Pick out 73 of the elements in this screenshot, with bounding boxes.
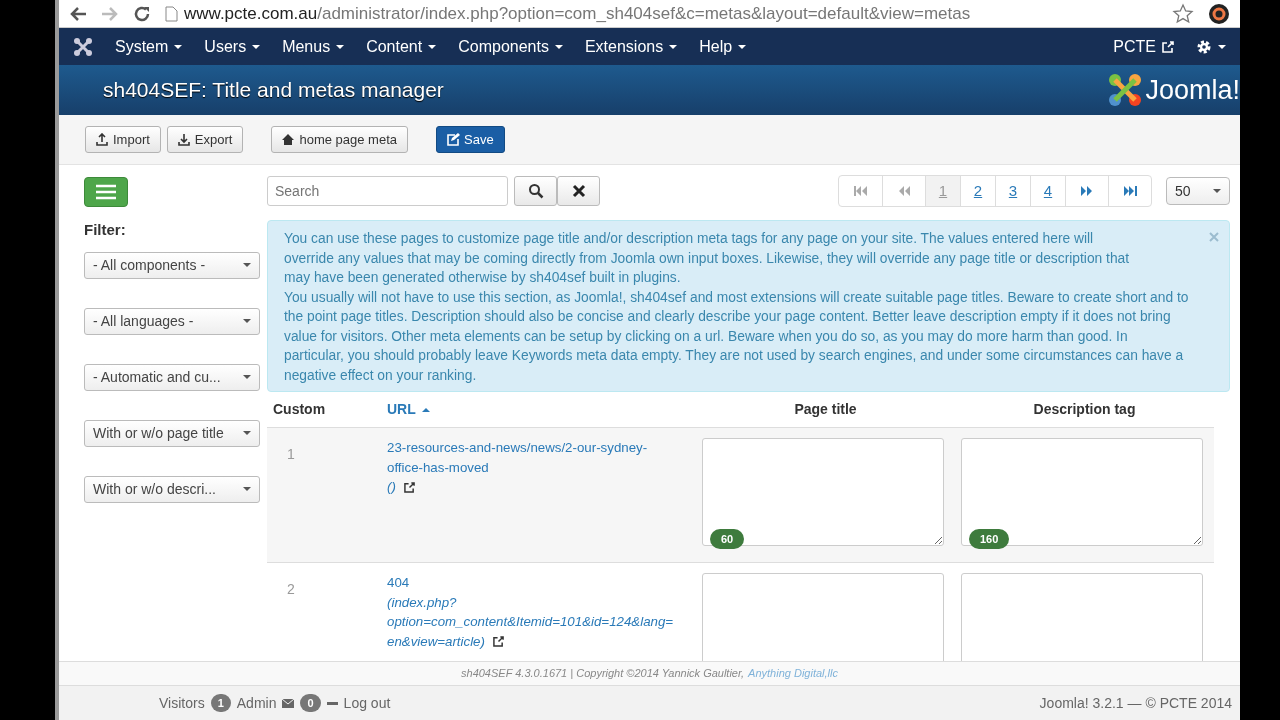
filter-label: Filter: bbox=[84, 220, 127, 240]
upload-icon bbox=[96, 133, 109, 146]
sort-link[interactable]: URL bbox=[381, 392, 696, 427]
info-alert: You can use these pages to customize page title and/or description meta tags for any page on your site. The values entered here will override any values that may be coming directly from Joomla own input boxes. Likewise, they will override any page title or description that may have been generated otherwise by sh404sef built in plugins. You usually will not have to use this section, as Joomla!, sh404sef and most extensions will create suitable page titles. Beware to create short and to the point page titles. Description should also be concise and clearly describe your page content. Better leave description empty if it does not bring value for visitors. Other meta elements can be setup by clicking on a url. Beware when you do so, as you may do more harm than good. In particular, you should probably leave Keywords meta data empty. They are not used by search engines, and under some circumstances can have a negative effect on your ranking. bbox=[267, 220, 1230, 392]
menu-item[interactable]: Extensions bbox=[584, 34, 678, 59]
menu-item[interactable]: Menus bbox=[282, 34, 345, 59]
extension-icon[interactable] bbox=[1208, 2, 1230, 25]
last-arrow-icon bbox=[1123, 185, 1137, 197]
message-count-badge: 0 bbox=[300, 693, 321, 713]
target-link[interactable]: (index.php?option=com_content&Itemid=101&id=124&lang=en&view=article) bbox=[387, 592, 679, 651]
description-field[interactable] bbox=[961, 438, 1203, 546]
admin-count-badge: 1 bbox=[210, 693, 231, 713]
search-field[interactable]: Search bbox=[267, 176, 508, 206]
copyright-text: sh404SEF 4.3.0.1671 | Copyright ©2014 Yannick Gaultier, bbox=[461, 666, 745, 682]
page-button[interactable]: 4 bbox=[1030, 176, 1065, 206]
page-title-field[interactable] bbox=[702, 438, 944, 546]
menu-item[interactable]: System bbox=[115, 34, 183, 59]
version-text: Joomla! 3.2.1 — © PCTE 2014 bbox=[1039, 693, 1232, 713]
page-address-link[interactable]: 23-resources-and-news/news/2-our-sydney-office-has-moved bbox=[387, 438, 679, 477]
page-title: sh404SEF: Title and metas manager bbox=[103, 77, 444, 103]
search-icon bbox=[527, 183, 544, 199]
page-address-link[interactable]: 404 bbox=[387, 573, 679, 593]
brand-name: Joomla! bbox=[1145, 73, 1240, 107]
filter-select[interactable]: With or w/o page title bbox=[84, 419, 260, 447]
home-icon bbox=[282, 133, 296, 146]
target-link[interactable]: () bbox=[387, 477, 679, 497]
edit-icon bbox=[447, 133, 460, 146]
menu-icon bbox=[95, 184, 117, 200]
column-header: Custom bbox=[272, 400, 327, 419]
page-button[interactable]: 3 bbox=[995, 176, 1030, 206]
clear-button[interactable] bbox=[557, 176, 600, 206]
page-button[interactable]: 2 bbox=[960, 176, 995, 206]
minus-icon bbox=[326, 701, 338, 705]
envelope-icon bbox=[282, 698, 295, 708]
menu-item[interactable]: Components bbox=[458, 34, 563, 59]
logout-link[interactable]: Log out bbox=[343, 692, 391, 714]
row-number: 1 bbox=[286, 445, 296, 464]
home-button[interactable]: home page meta bbox=[271, 125, 408, 154]
menu-item[interactable]: Help bbox=[699, 34, 747, 59]
export-button[interactable]: Export bbox=[166, 125, 244, 154]
site-link[interactable]: PCTE bbox=[1113, 34, 1174, 59]
import-button[interactable]: Import bbox=[85, 125, 161, 154]
prev-arrow-icon bbox=[897, 185, 911, 197]
first-arrow-icon bbox=[853, 185, 868, 197]
back-icon[interactable] bbox=[69, 5, 87, 22]
save-button[interactable]: Save bbox=[436, 125, 505, 154]
address-bar[interactable]: www.pcte.com.au/administrator/index.php?option=com_sh404sef&c=metas&layout=default&view=metas bbox=[165, 0, 1158, 27]
search-button[interactable] bbox=[514, 176, 557, 206]
visitors-label: Visitors bbox=[159, 693, 205, 713]
external-link-icon[interactable] bbox=[403, 482, 415, 493]
menu-item[interactable]: Users bbox=[204, 34, 261, 59]
next-arrow-icon bbox=[1080, 185, 1094, 197]
description-field[interactable] bbox=[961, 573, 1203, 661]
row-number: 2 bbox=[286, 580, 296, 599]
menu-item[interactable]: Content bbox=[366, 34, 437, 59]
filter-select[interactable]: - Automatic and cu... bbox=[84, 363, 260, 391]
sidebar-menu-button[interactable] bbox=[84, 177, 128, 207]
page-size-select[interactable]: 50 bbox=[1166, 177, 1230, 205]
close-icon bbox=[571, 184, 586, 198]
settings-menu[interactable] bbox=[1196, 38, 1226, 55]
external-link-icon[interactable] bbox=[492, 636, 504, 648]
filter-select[interactable]: With or w/o descri... bbox=[84, 475, 260, 503]
column-header: Description tag bbox=[1032, 400, 1137, 419]
column-header: Page title bbox=[793, 400, 858, 419]
filter-select[interactable]: - All languages - bbox=[84, 307, 260, 335]
page-icon bbox=[165, 5, 178, 22]
admin-label: Admin bbox=[236, 693, 277, 713]
reload-icon[interactable] bbox=[133, 4, 151, 23]
page-title-field[interactable] bbox=[702, 573, 944, 661]
download-icon bbox=[177, 133, 191, 146]
external-link-icon bbox=[1162, 40, 1174, 53]
filter-select[interactable]: - All components - bbox=[84, 251, 260, 279]
star-icon[interactable] bbox=[1172, 2, 1194, 25]
